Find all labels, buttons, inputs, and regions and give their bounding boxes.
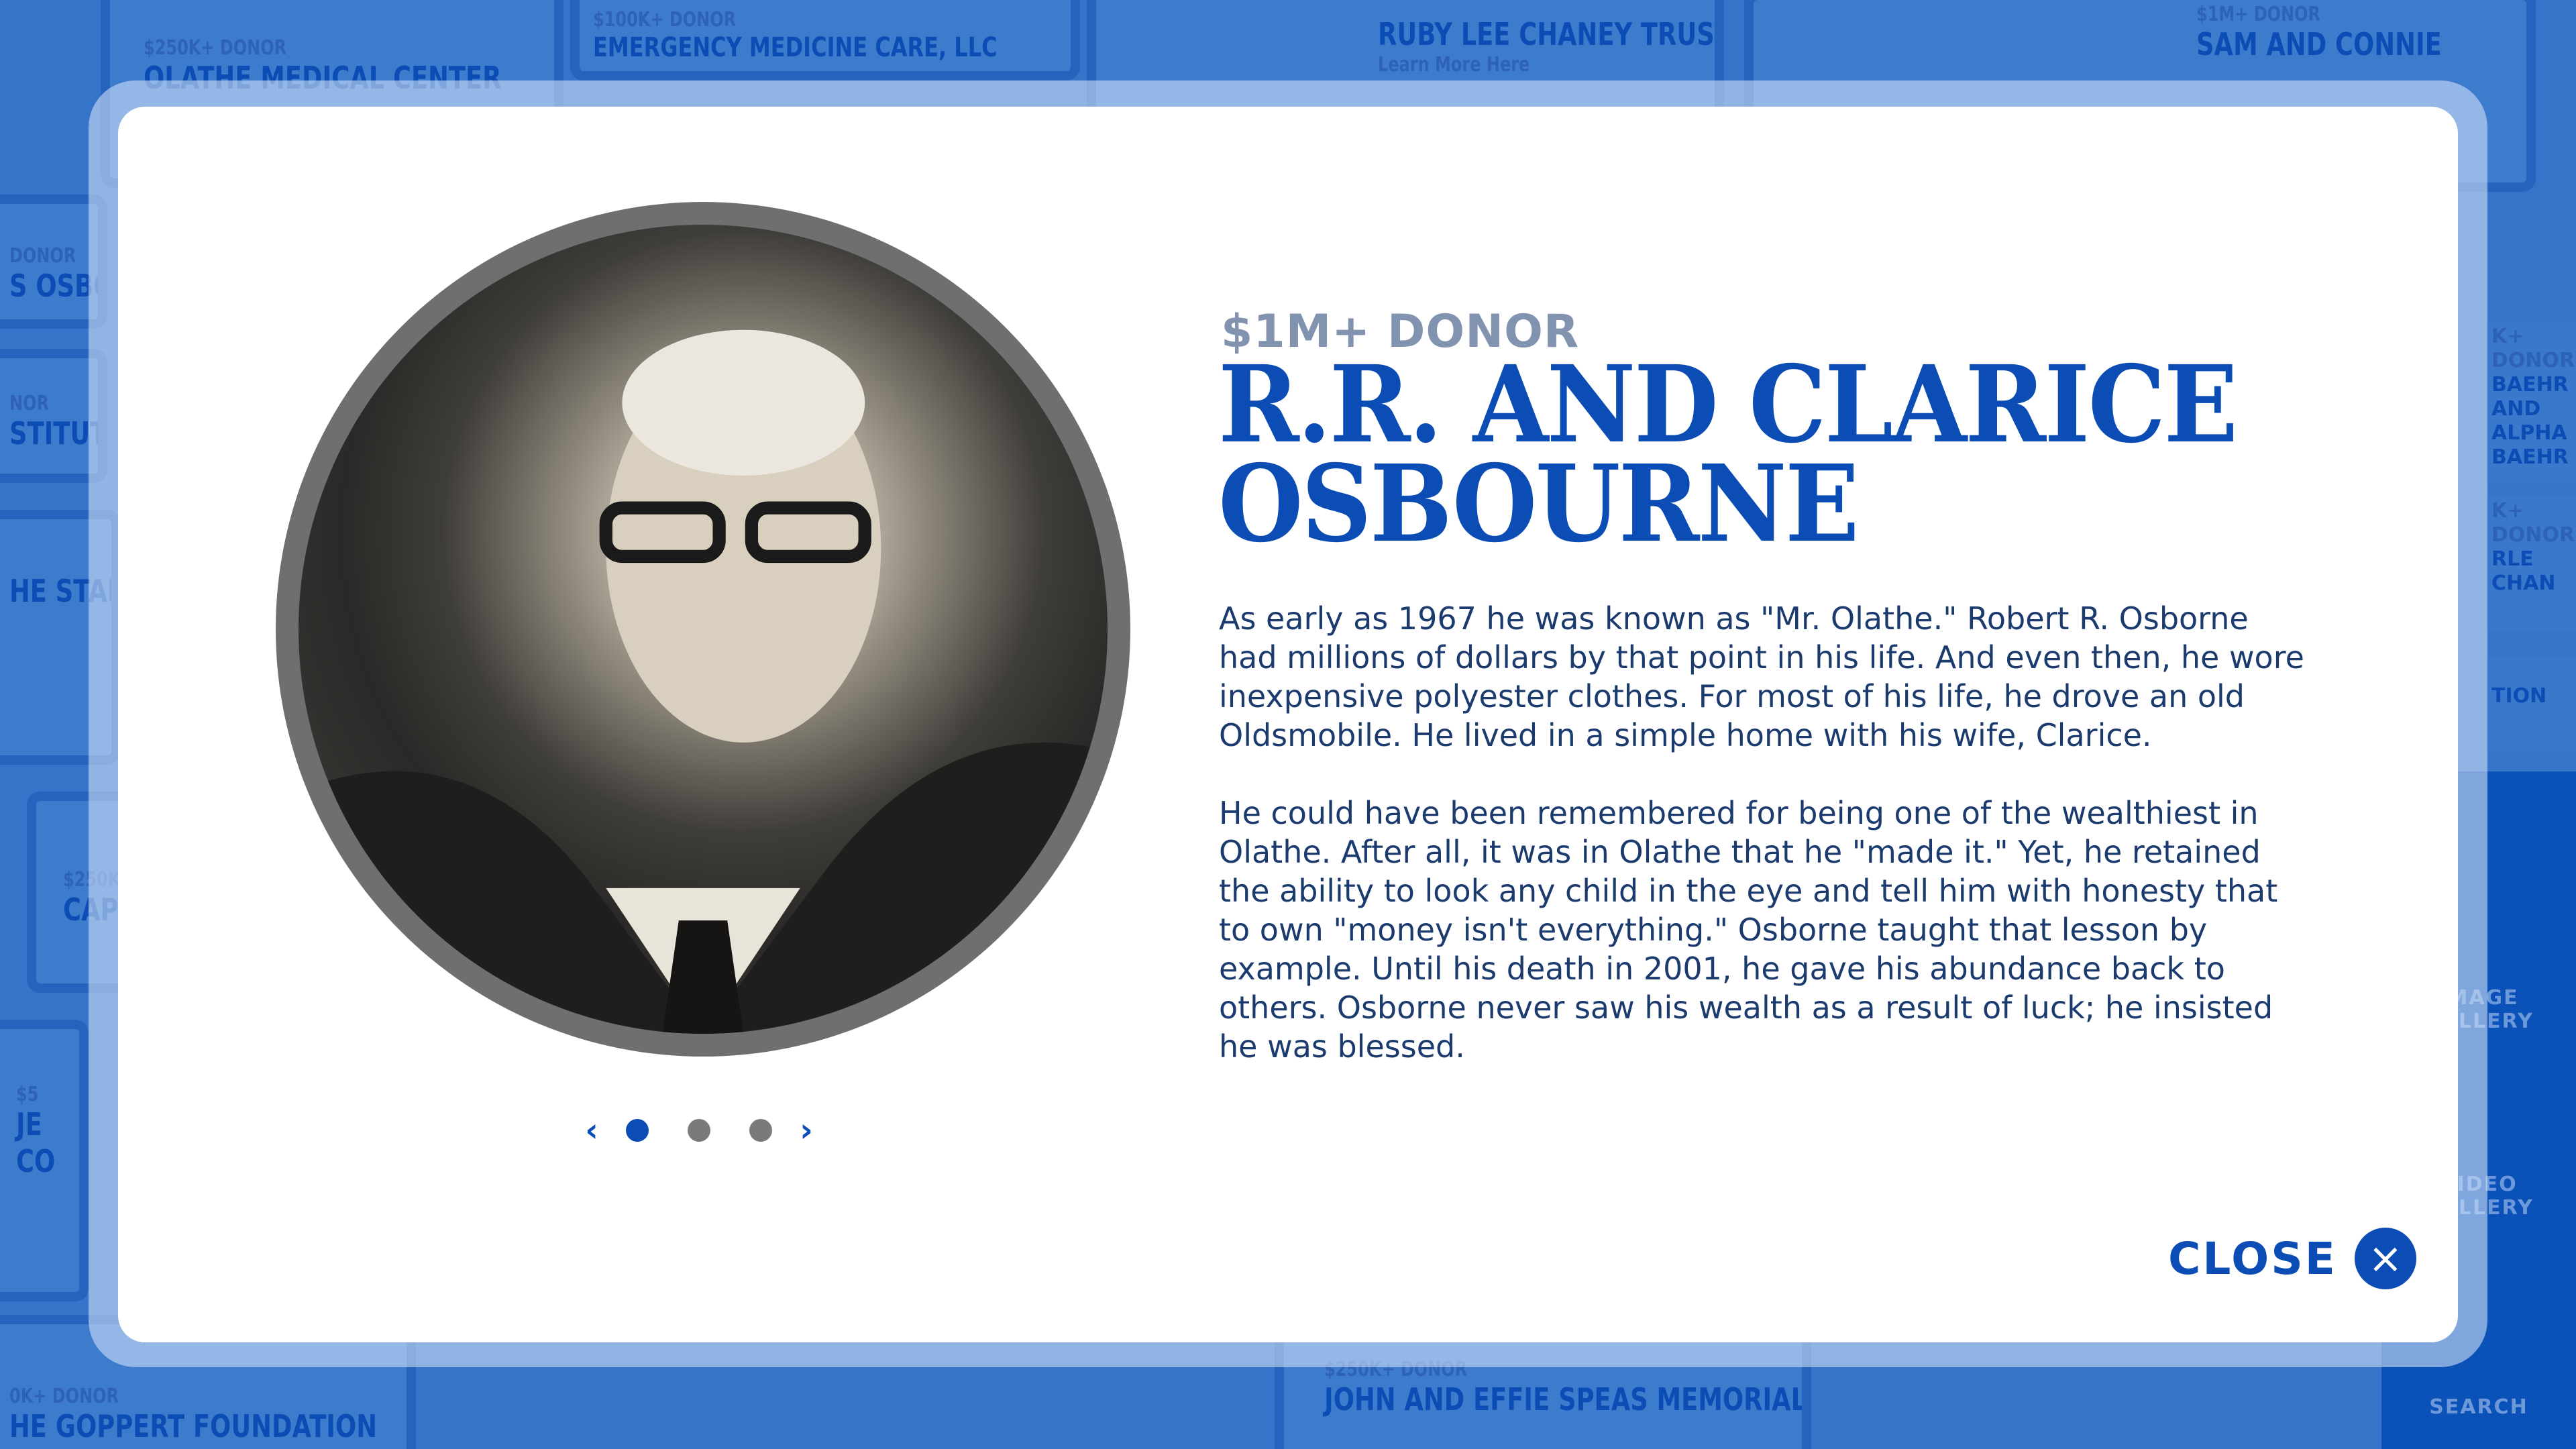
chevron-right-icon[interactable]: › bbox=[792, 1114, 821, 1146]
donor-name-line-2: OSBOURNE bbox=[1218, 442, 1860, 566]
pager-dot-3[interactable] bbox=[749, 1119, 772, 1142]
close-label: CLOSE bbox=[2168, 1232, 2337, 1285]
donor-tile[interactable]: TION bbox=[2489, 657, 2576, 751]
tile-level: $1M+ DONOR bbox=[2196, 3, 2321, 26]
donor-bio: As early as 1967 he was known as "Mr. Ol… bbox=[1219, 599, 2306, 1105]
tile-name: SAM AND CONNIE bbox=[2196, 26, 2442, 62]
tile-name: HE GOPPERT FOUNDATION bbox=[9, 1408, 378, 1444]
tile-name: EMERGENCY MEDICINE CARE, LLC bbox=[593, 32, 998, 63]
donor-name-line-1: R.R. AND CLARICE bbox=[1218, 343, 2238, 467]
photo-pager: ‹ › bbox=[577, 1114, 821, 1146]
pager-dot-1[interactable] bbox=[626, 1119, 649, 1142]
search-button[interactable]: SEARCH bbox=[2381, 1395, 2576, 1419]
pager-dot-2[interactable] bbox=[688, 1119, 710, 1142]
tile-level: $100K+ DONOR bbox=[593, 8, 737, 32]
tile-name: TION bbox=[2491, 684, 2547, 708]
donor-tile[interactable]: K+ DONOR BAEHR AND ALPHA BAEHR bbox=[2489, 322, 2576, 483]
tile-name: RUBY LEE CHANEY TRUST bbox=[1378, 16, 1724, 52]
chevron-left-icon[interactable]: ‹ bbox=[577, 1114, 606, 1146]
tile-name: RLE CHAN bbox=[2491, 547, 2556, 595]
tile-level: 0K+ DONOR bbox=[9, 1385, 119, 1408]
bio-paragraph: He could have been remembered for being … bbox=[1219, 795, 2278, 1065]
donor-portrait-photo bbox=[299, 225, 1108, 1034]
tile-level: $250K+ DONOR bbox=[144, 36, 287, 60]
tile-name: JE CO bbox=[16, 1106, 56, 1180]
tile-name: JOHN AND EFFIE SPEAS MEMORIAL TRUST, bbox=[1324, 1381, 1807, 1417]
tile-name: BAEHR AND ALPHA BAEHR bbox=[2491, 373, 2569, 469]
close-icon[interactable]: × bbox=[2354, 1228, 2416, 1289]
tile-name: S OSBORN bbox=[9, 268, 98, 304]
donor-tile[interactable]: $100K+ DONOR EMERGENCY MEDICINE CARE, LLC bbox=[570, 0, 1080, 80]
bio-paragraph: As early as 1967 he was known as "Mr. Ol… bbox=[1219, 600, 2304, 753]
close-button[interactable]: CLOSE × bbox=[2168, 1228, 2416, 1289]
tile-name: STITUTE bbox=[9, 415, 98, 451]
donor-tile[interactable]: K+ DONOR RLE CHAN bbox=[2489, 496, 2576, 631]
donor-tile[interactable]: $5 JE CO bbox=[0, 1020, 89, 1301]
donor-name: R.R. AND CLARICE OSBOURNE bbox=[1218, 343, 2238, 566]
tile-name: HE STAR SCHOLARSHIP bbox=[9, 573, 111, 609]
learn-more-link[interactable]: Learn More Here bbox=[1378, 53, 1626, 76]
tile-level: NOR bbox=[9, 392, 49, 415]
tile-level: K+ DONOR bbox=[2491, 325, 2575, 372]
tile-level: $5 bbox=[16, 1083, 39, 1106]
tile-level: DONOR bbox=[9, 244, 76, 268]
tile-level: K+ DONOR bbox=[2491, 499, 2575, 547]
donor-photo-frame bbox=[276, 202, 1130, 1057]
